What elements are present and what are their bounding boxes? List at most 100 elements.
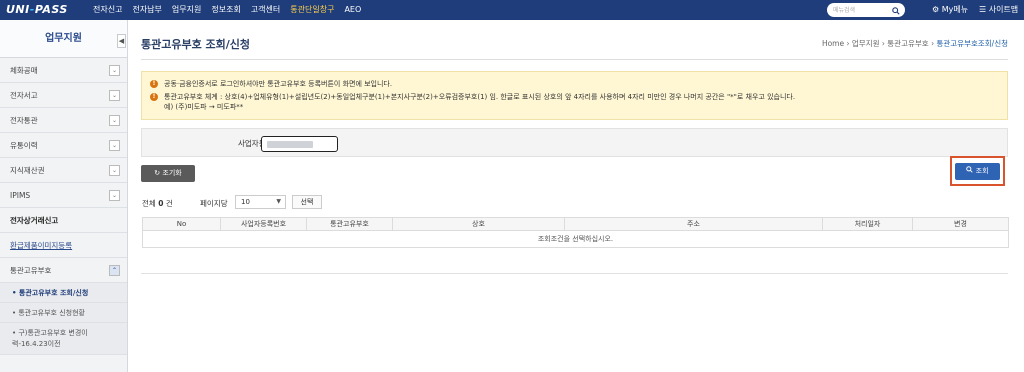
menu-icon: ☰: [979, 5, 987, 14]
result-count-suffix: 건: [165, 199, 173, 208]
sidebar-item-label: 유통이력: [10, 141, 38, 150]
page-size-apply-button[interactable]: 선택: [292, 195, 322, 209]
sidebar-item-label: 통관고유부호: [10, 266, 52, 275]
menu-search-placeholder: 메뉴검색: [833, 7, 856, 14]
sidebar-subitem-customs-code-status[interactable]: • 통관고유부호 신청현황: [0, 303, 127, 323]
column-header-change: 변경: [912, 217, 1009, 231]
search-icon[interactable]: [892, 4, 900, 17]
sidebar-item-label: 전자통관: [10, 116, 38, 125]
breadcrumb-separator: ›: [931, 39, 935, 48]
sidebar-title: 업무지원: [0, 20, 127, 58]
sidebar-item-surplus-auction[interactable]: 체화공매 ⌄: [0, 58, 127, 83]
column-header-customs-code: 통관고유부호: [306, 217, 393, 231]
reset-button[interactable]: ↻ 조기화: [141, 165, 195, 182]
column-header-processed-date: 처리일자: [822, 217, 913, 231]
table-row: 조회조건을 선택하십시오.: [142, 230, 1009, 248]
top-nav: 전자신고 전자납부 업무지원 정보조회 고객센터 통관단일창구 AEO: [88, 0, 366, 20]
sidebar-item-label: 체화공매: [10, 66, 38, 75]
masked-value: [267, 141, 313, 148]
result-count: 전체 0 건: [142, 198, 173, 209]
page-title: 통관고유부호 조회/신청: [141, 38, 251, 51]
column-header-no: No: [142, 217, 221, 231]
sitemap-label: 사이트맵: [988, 5, 1019, 14]
notice-text-login: 공동·금융인증서로 로그인하셔야만 통관고유부호 등록버튼이 화면에 보입니다.: [164, 80, 393, 88]
sidebar-item-ecommerce-declaration[interactable]: 전자상거래신고: [0, 208, 127, 233]
top-nav-item-work-support[interactable]: 업무지원: [167, 0, 206, 20]
top-nav-item-customer-center[interactable]: 고객센터: [246, 0, 285, 20]
search-icon: [966, 166, 975, 175]
title-divider: [141, 59, 1008, 60]
breadcrumb-customs-code[interactable]: 통관고유부호: [887, 39, 928, 48]
sidebar-item-refund-image-registration[interactable]: 환급제품이미지등록: [0, 233, 127, 258]
chevron-up-icon[interactable]: ⌃: [109, 265, 120, 276]
sidebar-collapse-button[interactable]: ◀: [117, 34, 126, 48]
result-count-prefix: 전체: [142, 199, 156, 208]
empty-message: 조회조건을 선택하십시오.: [142, 230, 1009, 248]
sidebar-item-label: IPIMS: [10, 191, 31, 200]
notice-row: ! 통관고유부호 체계 : 상호(4)+업체유형(1)+설립년도(2)+동일업체…: [150, 92, 1007, 102]
gear-icon: ⚙: [932, 5, 940, 14]
chevron-down-icon[interactable]: ⌄: [109, 190, 120, 201]
page-size-value: 10: [241, 198, 250, 206]
sidebar-item-intellectual-property[interactable]: 지식재산권 ⌄: [0, 158, 127, 183]
sidebar-subitem-customs-code-search[interactable]: • 통관고유부호 조회/신청: [0, 283, 127, 303]
business-number-input[interactable]: [261, 136, 338, 152]
notice-row: 예) (주)미도파 → 미도파**: [150, 102, 1007, 112]
top-nav-item-info-search[interactable]: 정보조회: [206, 0, 245, 20]
top-bar: UNI-PASS 전자신고 전자납부 업무지원 정보조회 고객센터 통관단일창구…: [0, 0, 1024, 20]
logo-text-suffix: PASS: [34, 3, 68, 16]
sidebar-item-e-library[interactable]: 전자서고 ⌄: [0, 83, 127, 108]
chevron-down-icon[interactable]: ⌄: [109, 140, 120, 151]
sidebar-item-ipims[interactable]: IPIMS ⌄: [0, 183, 127, 208]
sidebar-item-e-customs[interactable]: 전자통관 ⌄: [0, 108, 127, 133]
sidebar-item-label: 지식재산권: [10, 166, 45, 175]
chevron-down-icon[interactable]: ⌄: [109, 165, 120, 176]
reset-button-label: 조기화: [162, 169, 182, 177]
chevron-down-icon[interactable]: ⌄: [109, 115, 120, 126]
notice-text-example: 예) (주)미도파 → 미도파**: [164, 103, 244, 111]
breadcrumb-current: 통관고유부호조회/신청: [936, 39, 1008, 48]
page-size-label: 페이지당: [200, 199, 228, 208]
sidebar-item-distribution-history[interactable]: 유통이력 ⌄: [0, 133, 127, 158]
top-nav-item-aeo[interactable]: AEO: [339, 0, 366, 20]
logo-text-prefix: UNI: [6, 3, 30, 16]
menu-search-input[interactable]: 메뉴검색: [827, 3, 905, 17]
notice-row: ! 공동·금융인증서로 로그인하셔야만 통관고유부호 등록버튼이 화면에 보입니…: [150, 79, 1007, 89]
sitemap-button[interactable]: ☰ 사이트맵: [979, 0, 1018, 20]
top-nav-item-e-declaration[interactable]: 전자신고: [88, 0, 127, 20]
content-divider: [141, 273, 1008, 274]
column-header-business-number: 사업자등록번호: [220, 217, 307, 231]
chevron-down-icon[interactable]: ⌄: [109, 90, 120, 101]
page-size-select[interactable]: 10 ▼: [235, 195, 286, 209]
results-table: No 사업자등록번호 통관고유부호 상호 주소 처리일자 변경 조회조건을 선택…: [142, 217, 1009, 248]
breadcrumb-separator: ›: [846, 39, 850, 48]
column-header-company-name: 상호: [392, 217, 565, 231]
top-nav-item-e-payment[interactable]: 전자납부: [127, 0, 166, 20]
exclamation-icon: !: [150, 93, 158, 101]
sidebar-item-label: 전자서고: [10, 91, 38, 100]
notice-text-code-structure: 통관고유부호 체계 : 상호(4)+업체유형(1)+설립년도(2)+동일업체구분…: [164, 93, 796, 101]
exclamation-icon: !: [150, 80, 158, 88]
search-panel: 사업자등록번호: [141, 128, 1008, 157]
uni-pass-logo[interactable]: UNI-PASS: [6, 1, 68, 18]
chevron-down-icon: ▼: [276, 198, 281, 205]
result-count-value: 0: [158, 199, 164, 208]
refresh-icon: ↻: [154, 169, 161, 177]
query-button-label: 조회: [975, 167, 989, 175]
chevron-down-icon[interactable]: ⌄: [109, 65, 120, 76]
top-nav-item-single-window[interactable]: 통관단일창구: [285, 0, 339, 20]
breadcrumb-separator: ›: [881, 39, 885, 48]
breadcrumb-work-support[interactable]: 업무지원: [852, 39, 880, 48]
query-button-highlight: 조회: [950, 156, 1005, 186]
sidebar-subitem-customs-code-history[interactable]: • 구)통관고유부호 변경이력-16.4.23이전: [0, 323, 127, 355]
sidebar-item-customs-code[interactable]: 통관고유부호 ⌃: [0, 258, 127, 283]
breadcrumb: Home › 업무지원 › 통관고유부호 › 통관고유부호조회/신청: [822, 38, 1008, 49]
main-content: 통관고유부호 조회/신청 Home › 업무지원 › 통관고유부호 › 통관고유…: [128, 20, 1024, 372]
breadcrumb-home[interactable]: Home: [822, 39, 844, 48]
query-button[interactable]: 조회: [955, 163, 1000, 180]
notice-box: ! 공동·금융인증서로 로그인하셔야만 통관고유부호 등록버튼이 화면에 보입니…: [141, 71, 1008, 120]
my-menu-label: My메뉴: [941, 5, 969, 14]
my-menu-button[interactable]: ⚙ My메뉴: [932, 0, 968, 20]
table-header-row: No 사업자등록번호 통관고유부호 상호 주소 처리일자 변경: [142, 217, 1009, 231]
column-header-address: 주소: [564, 217, 823, 231]
